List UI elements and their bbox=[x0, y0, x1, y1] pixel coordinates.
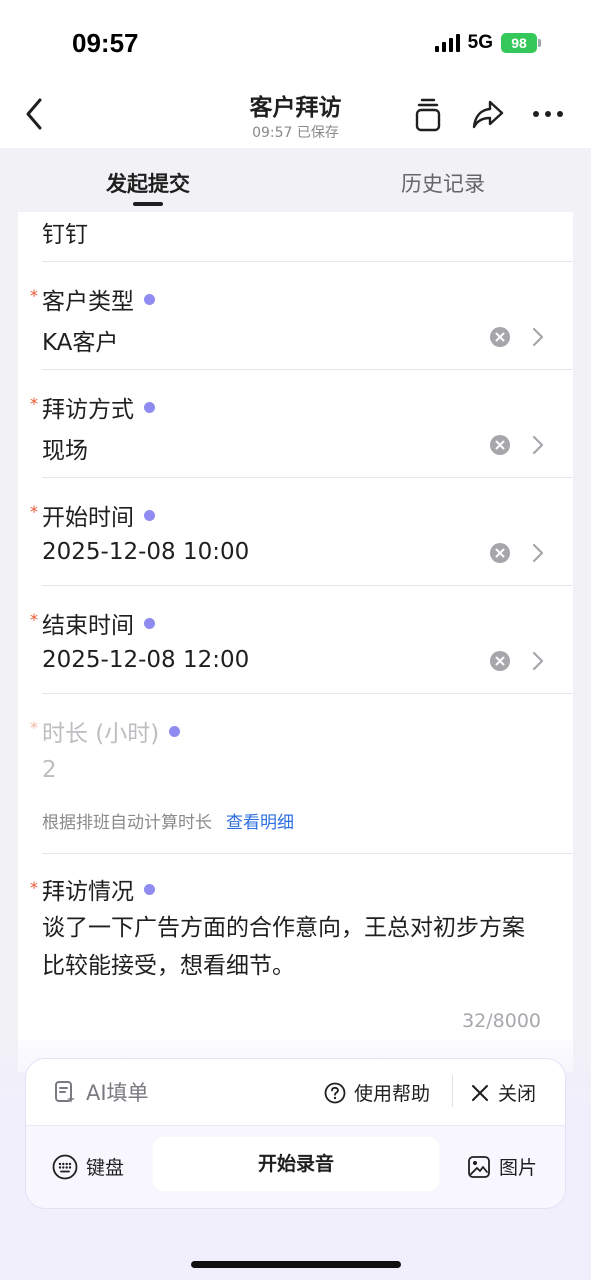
field-duration: * 时长 (小时) 2 根据排班自动计算时长 查看明细 bbox=[18, 694, 573, 854]
ai-fill-panel: AI填单 使用帮助 关闭 键盘 开始录音 图片 bbox=[25, 1058, 566, 1209]
required-mark: * bbox=[30, 718, 38, 737]
ai-dot-icon bbox=[144, 617, 155, 629]
duration-hint: 根据排班自动计算时长 查看明细 bbox=[42, 813, 294, 833]
keyboard-button[interactable]: 键盘 bbox=[52, 1153, 124, 1180]
chevron-right-icon[interactable] bbox=[531, 326, 545, 348]
ai-dot-icon bbox=[144, 509, 155, 521]
battery-icon: 98 bbox=[501, 33, 541, 53]
visit-notes-textarea[interactable]: 谈了一下广告方面的合作意向，王总对初步方案比较能接受，想看细节。 bbox=[42, 909, 543, 985]
field-label: 拜访情况 bbox=[42, 872, 155, 906]
share-icon[interactable] bbox=[468, 94, 508, 134]
ai-form-icon bbox=[55, 1081, 75, 1103]
duration-value: 2 bbox=[42, 757, 57, 783]
field-start-time[interactable]: * 开始时间 2025-12-08 10:00 bbox=[18, 478, 573, 586]
signal-icon bbox=[434, 34, 460, 52]
end-time-value: 2025-12-08 12:00 bbox=[42, 647, 250, 673]
field-label: 拜访方式 bbox=[42, 390, 155, 424]
form-card: 钉钉 * 客户类型 KA客户 * 拜访方式 现场 * 开始时间 2025-12-… bbox=[18, 212, 573, 1072]
field-end-time[interactable]: * 结束时间 2025-12-08 12:00 bbox=[18, 586, 573, 694]
chevron-right-icon[interactable] bbox=[531, 542, 545, 564]
field-label: 时长 (小时) bbox=[42, 714, 181, 748]
ai-fill-title: AI填单 bbox=[54, 1077, 149, 1107]
tab-bar: 发起提交 历史记录 bbox=[0, 148, 591, 212]
view-details-link[interactable]: 查看明细 bbox=[226, 813, 294, 833]
partial-field-value: 钉钉 bbox=[42, 222, 88, 248]
visit-method-value: 现场 bbox=[42, 438, 88, 464]
required-mark: * bbox=[30, 610, 38, 629]
customer-type-value: KA客户 bbox=[42, 330, 119, 356]
field-visit-method[interactable]: * 拜访方式 现场 bbox=[18, 370, 573, 478]
status-indicators: 5G 98 bbox=[434, 32, 541, 54]
field-label: 开始时间 bbox=[42, 498, 155, 532]
status-bar: 09:57 5G 98 bbox=[0, 0, 591, 80]
tab-history[interactable]: 历史记录 bbox=[401, 168, 485, 198]
clear-icon[interactable] bbox=[489, 650, 511, 672]
required-mark: * bbox=[30, 286, 38, 305]
field-label: 客户类型 bbox=[42, 282, 155, 316]
image-icon bbox=[468, 1155, 490, 1178]
required-mark: * bbox=[30, 394, 38, 413]
field-partial[interactable]: 钉钉 bbox=[18, 212, 573, 262]
ai-dot-icon bbox=[144, 883, 155, 895]
close-button[interactable]: 关闭 bbox=[470, 1079, 536, 1106]
required-mark: * bbox=[30, 502, 38, 521]
field-label: 结束时间 bbox=[42, 606, 155, 640]
start-recording-button[interactable]: 开始录音 bbox=[153, 1137, 439, 1191]
chevron-right-icon[interactable] bbox=[531, 650, 545, 672]
keyboard-icon bbox=[52, 1154, 78, 1179]
tab-submit[interactable]: 发起提交 bbox=[106, 168, 190, 198]
ai-dot-icon bbox=[169, 725, 181, 737]
nav-bar: 客户拜访 09:57 已保存 bbox=[0, 80, 591, 148]
close-icon bbox=[472, 1084, 488, 1101]
start-time-value: 2025-12-08 10:00 bbox=[42, 539, 250, 565]
help-icon bbox=[324, 1082, 346, 1103]
tab-active-indicator bbox=[133, 202, 163, 206]
required-mark: * bbox=[30, 878, 38, 897]
image-button[interactable]: 图片 bbox=[467, 1153, 537, 1180]
battery-level: 98 bbox=[501, 33, 537, 53]
status-time: 09:57 bbox=[72, 28, 139, 58]
clear-icon[interactable] bbox=[489, 542, 511, 564]
copy-icon[interactable] bbox=[408, 94, 448, 134]
help-button[interactable]: 使用帮助 bbox=[324, 1079, 430, 1106]
ai-dot-icon bbox=[144, 293, 155, 305]
home-indicator bbox=[191, 1261, 401, 1268]
more-icon[interactable] bbox=[528, 94, 568, 134]
network-label: 5G bbox=[467, 32, 493, 53]
clear-icon[interactable] bbox=[489, 434, 511, 456]
clear-icon[interactable] bbox=[489, 326, 511, 348]
chevron-right-icon[interactable] bbox=[531, 434, 545, 456]
ai-dot-icon bbox=[144, 401, 155, 413]
char-counter: 32/8000 bbox=[462, 1010, 541, 1032]
header-divider bbox=[452, 1075, 453, 1107]
field-customer-type[interactable]: * 客户类型 KA客户 bbox=[18, 262, 573, 370]
